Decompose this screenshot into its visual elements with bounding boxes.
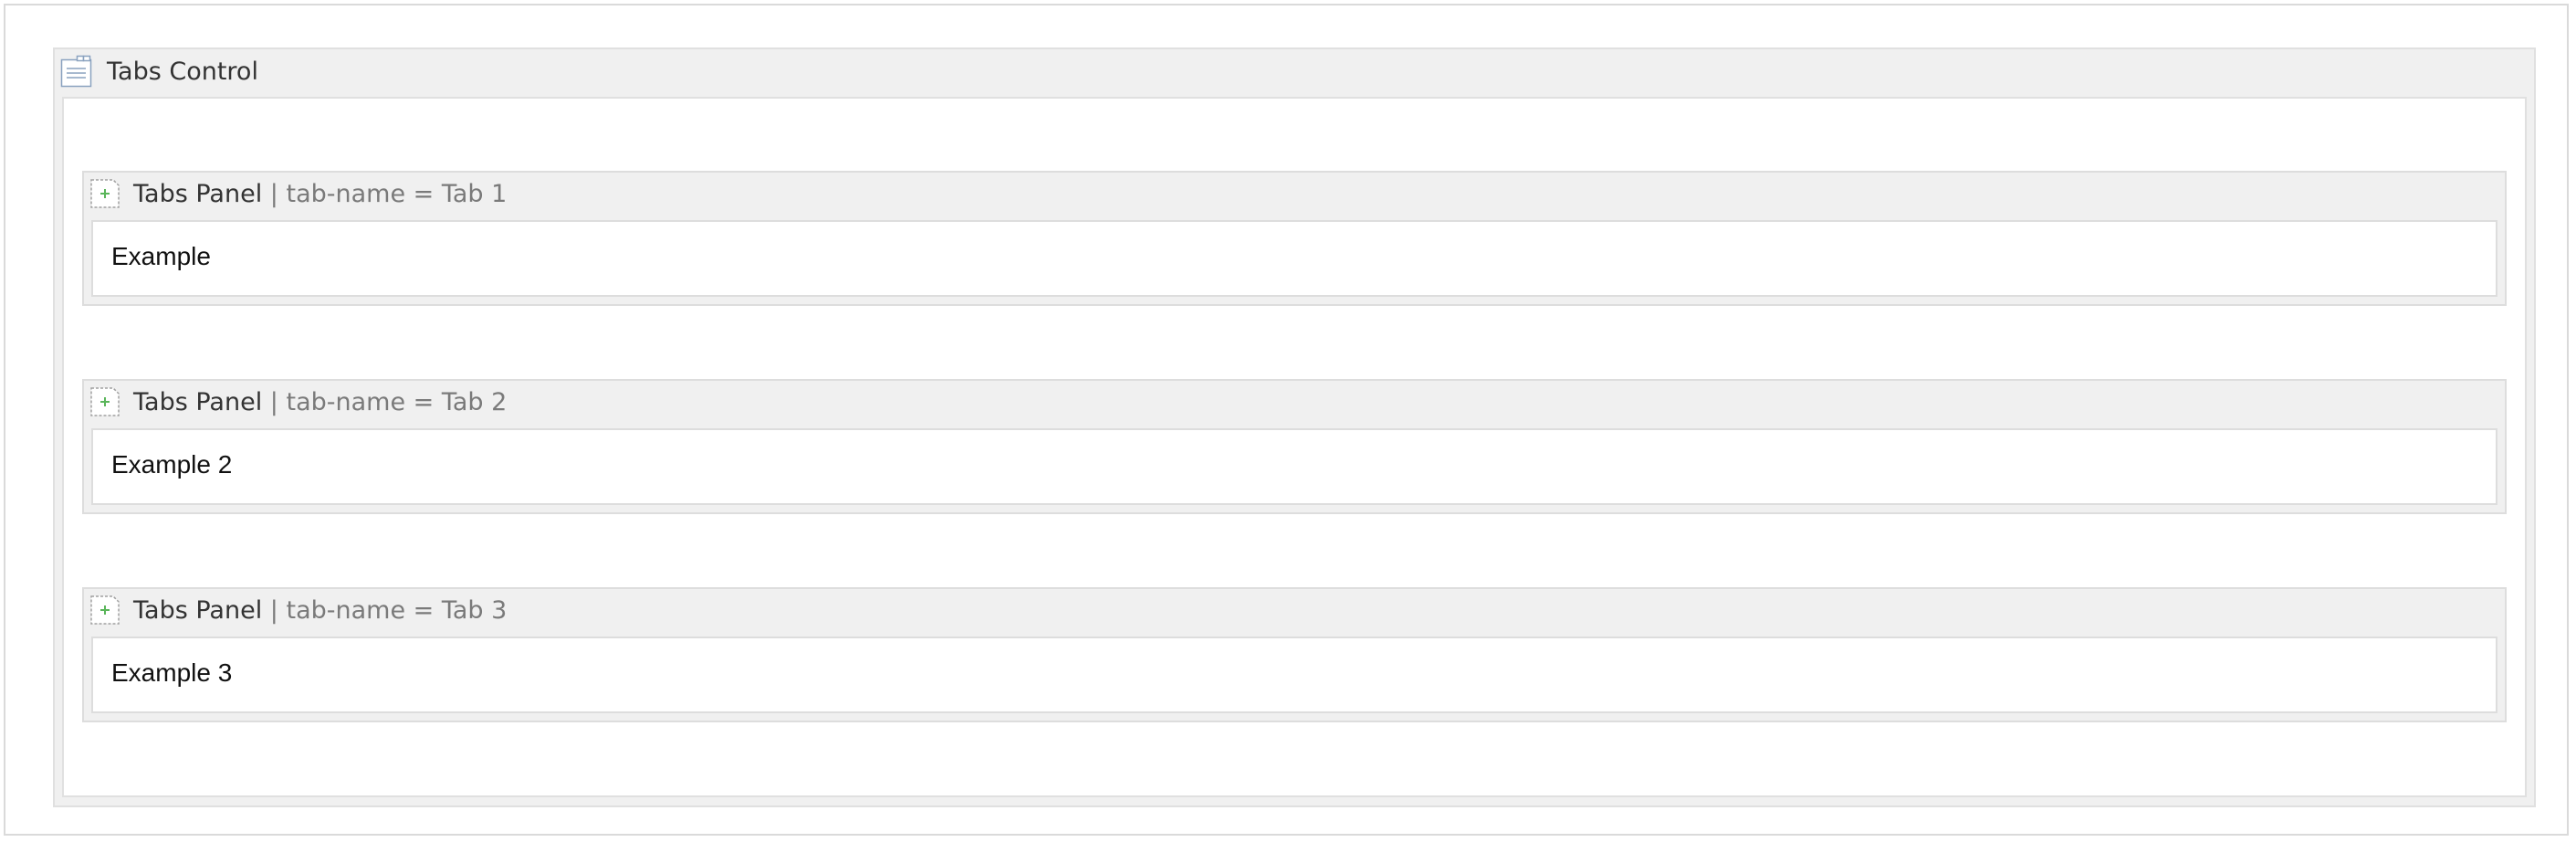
tabs-panel-title: Tabs Panel | tab-name = Tab 2	[133, 388, 507, 417]
tabs-panel-body[interactable]: Example 3	[91, 637, 2497, 713]
panel-params: | tab-name = Tab 2	[269, 388, 508, 416]
panel-params: | tab-name = Tab 1	[269, 180, 508, 208]
panel-name: Tabs Panel	[133, 180, 263, 208]
tabs-control-macro[interactable]: Tabs Control Tabs Panel | tab-name = Tab…	[53, 47, 2536, 807]
add-panel-icon	[89, 386, 120, 417]
panel-name: Tabs Panel	[133, 596, 263, 625]
tabs-panel-content: Example 3	[111, 658, 233, 687]
tabs-panel-body[interactable]: Example 2	[91, 428, 2497, 505]
tabs-panel-title: Tabs Panel | tab-name = Tab 3	[133, 596, 507, 626]
tabs-panel[interactable]: Tabs Panel | tab-name = Tab 1 Example	[82, 171, 2507, 306]
tabs-control-title: Tabs Control	[107, 58, 258, 86]
editor-canvas: Tabs Control Tabs Panel | tab-name = Tab…	[4, 4, 2569, 836]
tabs-panel-body[interactable]: Example	[91, 220, 2497, 297]
tabs-control-header[interactable]: Tabs Control	[55, 49, 2534, 95]
panel-name: Tabs Panel	[133, 388, 263, 416]
tabs-control-body: Tabs Panel | tab-name = Tab 1 Example Ta…	[62, 97, 2527, 797]
tabs-control-icon	[60, 55, 93, 88]
tabs-panel-content: Example	[111, 242, 211, 270]
tabs-panel[interactable]: Tabs Panel | tab-name = Tab 3 Example 3	[82, 587, 2507, 722]
add-panel-icon	[89, 595, 120, 626]
tabs-panel[interactable]: Tabs Panel | tab-name = Tab 2 Example 2	[82, 379, 2507, 514]
add-panel-icon	[89, 178, 120, 209]
tabs-panel-content: Example 2	[111, 450, 233, 479]
panel-params: | tab-name = Tab 3	[269, 596, 508, 625]
tabs-panel-title: Tabs Panel | tab-name = Tab 1	[133, 180, 507, 209]
